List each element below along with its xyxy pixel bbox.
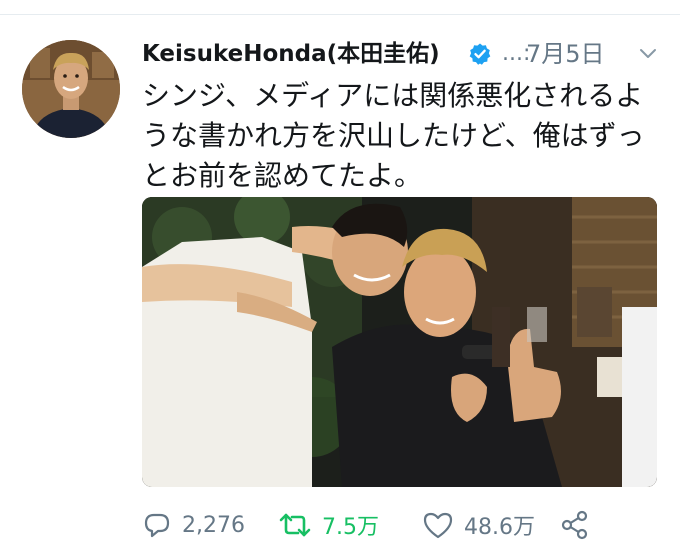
retweet-icon bbox=[279, 513, 311, 537]
photo-image bbox=[142, 197, 657, 487]
reply-button[interactable]: 2,276 bbox=[142, 505, 245, 545]
timestamp[interactable]: 7月5日 bbox=[526, 38, 605, 70]
tweet-actions: 2,276 7.5万 48.6万 bbox=[142, 505, 662, 545]
author-name[interactable]: KeisukeHonda(本田圭佑) bbox=[142, 38, 440, 70]
tweet-text-line: とお前を認めてたよ。 bbox=[142, 159, 423, 192]
tweet-header: KeisukeHonda(本田圭佑) ...: 7月5日 bbox=[142, 38, 662, 70]
share-button[interactable] bbox=[560, 505, 590, 545]
tweet-text: シンジ、メディアには関係悪化されるよ うな書かれ方を沢山したけど、俺はずっ とお… bbox=[142, 76, 662, 196]
top-divider bbox=[0, 14, 680, 15]
tweet-text-line: シンジ、メディアには関係悪化されるよ bbox=[142, 79, 644, 112]
tweet-photo[interactable] bbox=[142, 197, 657, 487]
reply-count: 2,276 bbox=[182, 512, 245, 538]
like-icon bbox=[423, 512, 453, 539]
avatar[interactable] bbox=[22, 40, 120, 138]
retweet-button[interactable]: 7.5万 bbox=[278, 505, 379, 545]
share-icon bbox=[561, 510, 588, 540]
like-count: 48.6万 bbox=[464, 515, 535, 540]
retweet-count: 7.5万 bbox=[322, 515, 379, 540]
like-button[interactable]: 48.6万 bbox=[422, 505, 535, 545]
tweet-text-line: うな書かれ方を沢山したけど、俺はずっ bbox=[142, 119, 645, 152]
verified-icon bbox=[469, 43, 491, 65]
chevron-down-icon[interactable] bbox=[639, 48, 657, 60]
reply-icon bbox=[144, 513, 170, 538]
avatar-image bbox=[22, 40, 120, 138]
